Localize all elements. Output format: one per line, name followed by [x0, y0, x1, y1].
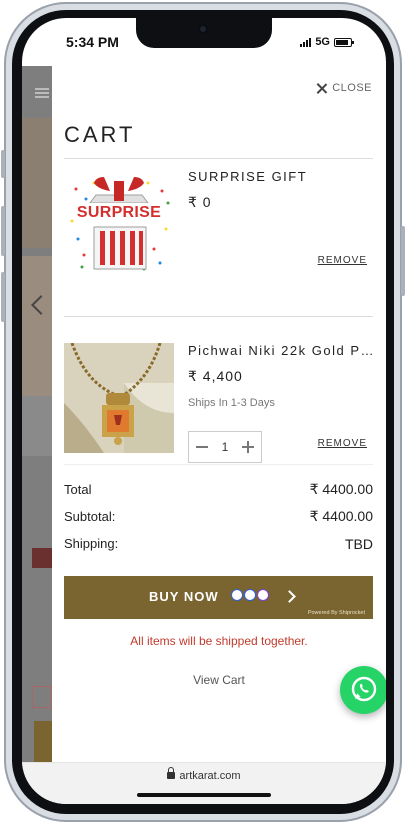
camera-icon	[198, 24, 208, 34]
background-page-overlay[interactable]	[22, 66, 52, 781]
total-row: Total ₹ 4400.00	[64, 476, 373, 503]
total-value: ₹ 4400.00	[309, 481, 373, 497]
battery-icon	[334, 37, 354, 47]
shipping-label: Shipping:	[64, 536, 119, 551]
view-cart-link[interactable]: View Cart	[52, 673, 386, 687]
home-indicator[interactable]	[137, 793, 271, 797]
subtotal-row: Subtotal: ₹ 4400.00	[64, 503, 373, 530]
divider	[64, 158, 373, 159]
volume-up-button	[1, 206, 5, 256]
total-label: Total	[64, 482, 92, 497]
item-price: ₹ 0	[188, 194, 212, 210]
url-display[interactable]: artkarat.com	[22, 767, 386, 782]
cart-totals: Total ₹ 4400.00 Subtotal: ₹ 4400.00 Ship…	[64, 476, 373, 557]
shipping-note: Ships In 1-3 Days	[188, 397, 275, 409]
background-input	[32, 686, 52, 708]
pendant-image	[64, 343, 174, 453]
subtotal-label: Subtotal:	[64, 509, 116, 524]
status-time: 5:34 PM	[66, 34, 119, 50]
quantity-value: 1	[221, 440, 229, 454]
divider	[64, 464, 373, 465]
item-name[interactable]: Pichwai Niki 22k Gold P…	[188, 343, 375, 358]
remove-button[interactable]: REMOVE	[318, 438, 367, 449]
status-indicators: 5G	[300, 36, 354, 48]
plus-icon[interactable]	[242, 441, 255, 453]
close-icon	[316, 83, 327, 94]
surprise-gift-image: SURPRISE	[64, 169, 174, 279]
chevron-right-icon	[283, 590, 296, 603]
phone-screen: 5:34 PM 5G CLOSE CART SURPRISE SURPRISE …	[22, 18, 386, 804]
shipping-message: All items will be shipped together.	[130, 634, 308, 648]
whatsapp-icon	[351, 676, 377, 702]
powered-by-label: Powered By Shiprocket	[307, 610, 365, 616]
buy-now-label: BUY NOW	[149, 589, 219, 604]
background-title-block	[22, 396, 52, 456]
payment-methods-icon	[231, 589, 269, 601]
shipping-row: Shipping: TBD	[64, 530, 373, 557]
gift-box-icon	[64, 169, 174, 279]
volume-down-button	[1, 272, 5, 322]
background-product-image	[22, 256, 52, 396]
buy-now-button[interactable]: BUY NOW Powered By Shiprocket	[64, 576, 373, 619]
remove-button[interactable]: REMOVE	[318, 255, 367, 266]
item-price: ₹ 4,400	[188, 368, 243, 384]
whatsapp-button[interactable]	[340, 666, 386, 714]
browser-url-bar[interactable]: artkarat.com	[22, 762, 386, 804]
url-text: artkarat.com	[179, 770, 241, 782]
mute-switch	[1, 150, 5, 178]
close-label: CLOSE	[332, 82, 372, 94]
power-button	[401, 226, 405, 296]
cart-item: SURPRISE SURPRISE GIFT ₹ 0 REMOVE	[64, 169, 373, 289]
signal-icon	[300, 37, 312, 47]
notch	[136, 18, 272, 48]
menu-icon	[35, 88, 49, 98]
quantity-stepper: 1	[188, 431, 262, 463]
lock-icon	[167, 767, 176, 779]
cart-drawer: CLOSE CART SURPRISE SURPRISE GIFT ₹ 0 RE…	[52, 66, 386, 762]
background-banner	[22, 118, 52, 248]
divider	[64, 316, 373, 317]
cart-item: Pichwai Niki 22k Gold P… ₹ 4,400 Ships I…	[64, 343, 375, 465]
subtotal-value: ₹ 4400.00	[309, 508, 373, 524]
minus-icon[interactable]	[195, 446, 208, 448]
surprise-image-text: SURPRISE	[76, 204, 162, 221]
background-badge	[32, 548, 52, 568]
item-name[interactable]: SURPRISE GIFT	[188, 169, 307, 184]
product-image	[64, 343, 174, 453]
close-button[interactable]: CLOSE	[316, 82, 372, 94]
network-label: 5G	[315, 36, 330, 48]
shipping-value: TBD	[345, 535, 373, 552]
cart-title: CART	[64, 122, 136, 147]
